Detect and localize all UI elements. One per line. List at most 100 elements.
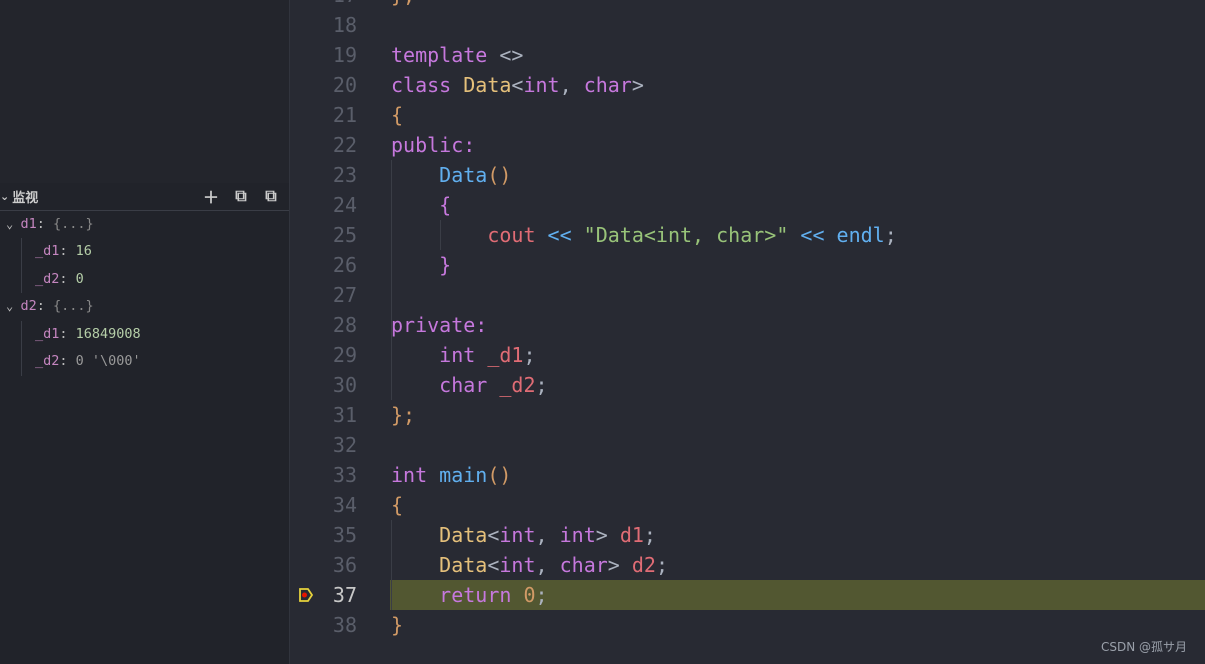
- code-editor[interactable]: 17};1819template <>20class Data<int, cha…: [290, 0, 1205, 664]
- code-token: {: [439, 193, 452, 217]
- code-line: {: [391, 100, 403, 130]
- code-token: Data: [439, 163, 488, 187]
- line-number: 28: [332, 313, 357, 337]
- code-line: int _d1;: [391, 340, 535, 370]
- code-token: _d2: [499, 373, 536, 397]
- code-token: main: [439, 463, 488, 487]
- code-token: (): [487, 463, 512, 487]
- separator: :: [59, 325, 76, 342]
- code-line: public:: [391, 130, 475, 160]
- code-token: char: [559, 553, 608, 577]
- code-token: int: [559, 523, 596, 547]
- line-number: 18: [332, 13, 357, 37]
- code-token: ;: [655, 553, 669, 577]
- watch-item-value: 0: [75, 270, 84, 287]
- code-token: ;: [535, 583, 548, 607]
- code-token: template: [391, 43, 500, 67]
- remove-all-icon[interactable]: ⧉: [261, 186, 281, 206]
- code-token: }: [391, 613, 404, 637]
- code-token: endl: [836, 223, 885, 247]
- watch-item[interactable]: _d2: 0: [35, 266, 84, 293]
- separator: :: [59, 270, 76, 287]
- code-token: };: [391, 0, 415, 7]
- line-number: 38: [332, 613, 357, 637]
- code-token: d2: [631, 553, 656, 577]
- watch-item-name: d2: [20, 298, 37, 315]
- code-token: <<: [535, 223, 584, 247]
- code-line: };: [391, 0, 415, 10]
- line-number: 34: [332, 493, 357, 517]
- indent-guide: [21, 320, 22, 376]
- code-token: };: [391, 403, 416, 427]
- code-token: int: [499, 523, 536, 547]
- code-token: private: [391, 313, 476, 337]
- code-token: :: [463, 133, 476, 157]
- code-token: >: [595, 523, 620, 547]
- code-token: ,: [535, 553, 560, 577]
- code-token: {: [391, 103, 404, 127]
- indent-guide: [440, 220, 441, 250]
- chevron-down-icon[interactable]: ⌄: [6, 217, 20, 231]
- watch-item[interactable]: ⌄ d1: {...}: [6, 211, 94, 238]
- sidebar-upper-panel: [0, 0, 289, 183]
- code-token: ;: [535, 373, 548, 397]
- code-token: {: [391, 493, 404, 517]
- watch-item-value: {...}: [52, 216, 94, 232]
- line-number: 25: [332, 223, 357, 247]
- line-number: 21: [332, 103, 357, 127]
- line-number: 31: [332, 403, 357, 427]
- code-token: >: [631, 73, 644, 97]
- code-line: };: [391, 400, 415, 430]
- code-line: return 0;: [391, 580, 548, 610]
- code-token: Data: [463, 73, 512, 97]
- code-token: ,: [535, 523, 560, 547]
- code-token: <<: [788, 223, 837, 247]
- code-line: Data<int, int> d1;: [391, 520, 656, 550]
- watch-item[interactable]: _d2: 0 '\000': [35, 348, 141, 375]
- indent-guide: [391, 340, 392, 400]
- watch-item-name: _d1: [35, 325, 60, 342]
- separator: :: [36, 298, 53, 315]
- code-token: <: [487, 523, 500, 547]
- watch-item-value: 16849008: [75, 325, 141, 342]
- watch-item[interactable]: _d1: 16: [35, 238, 92, 265]
- line-number: 30: [332, 373, 357, 397]
- separator: :: [59, 353, 76, 369]
- chevron-down-icon[interactable]: ⌄: [6, 299, 20, 313]
- line-number: 32: [332, 433, 357, 457]
- code-token: Data: [439, 553, 488, 577]
- code-token: int: [439, 343, 488, 367]
- watch-panel-header[interactable]: ⌄ 监视 ＋ ⧉ ⧉: [0, 183, 289, 211]
- code-line: {: [391, 190, 451, 220]
- watch-item[interactable]: ⌄ d2: {...}: [6, 293, 94, 320]
- chevron-down-icon[interactable]: ⌄: [0, 190, 9, 203]
- code-line: Data(): [391, 160, 511, 190]
- watch-item-name: _d1: [35, 243, 60, 260]
- line-number: 27: [332, 283, 357, 307]
- code-token: >: [607, 553, 632, 577]
- line-number: 17: [290, 0, 357, 10]
- line-number: 23: [332, 163, 357, 187]
- line-number: 35: [332, 523, 357, 547]
- indent-guide: [21, 238, 22, 293]
- collapse-all-icon[interactable]: ⧉: [231, 186, 251, 206]
- plus-icon[interactable]: ＋: [201, 186, 221, 207]
- code-line: Data<int, char> d2;: [391, 550, 668, 580]
- watch-item-name: _d2: [35, 353, 60, 369]
- code-token: char: [583, 73, 632, 97]
- code-line: }: [391, 610, 403, 640]
- code-token: (): [487, 163, 512, 187]
- watermark: CSDN @孤サ月: [1100, 640, 1187, 654]
- code-token: return: [439, 583, 524, 607]
- code-line: char _d2;: [391, 370, 548, 400]
- code-token: d1: [619, 523, 644, 547]
- line-number: 29: [332, 343, 357, 367]
- indent-guide: [391, 520, 392, 610]
- debug-sidebar: ⌄ 监视 ＋ ⧉ ⧉ ⌄ d1: {...} _d1: 16 _d2: 0 ⌄ d2:…: [0, 0, 290, 664]
- line-number: 33: [332, 463, 357, 487]
- watch-item[interactable]: _d1: 16849008: [35, 321, 141, 348]
- code-line: }: [391, 250, 451, 280]
